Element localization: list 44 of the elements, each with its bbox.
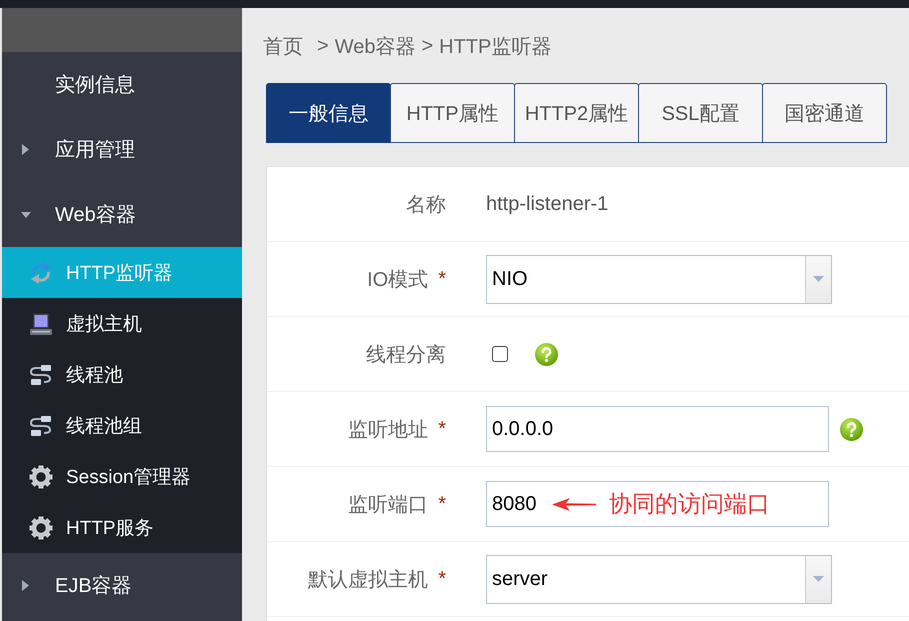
field-label: 线程分离 <box>366 342 446 368</box>
submenu-item[interactable]: Session管理器 <box>2 451 242 502</box>
submenu-item[interactable]: 虚拟主机 <box>2 298 242 349</box>
tab[interactable]: HTTP2属性 <box>514 83 639 143</box>
field-value: http-listener-1 <box>486 192 608 216</box>
field-label: 监听地址 <box>348 418 428 442</box>
tab[interactable]: SSL配置 <box>638 83 763 143</box>
dropdown-toggle[interactable] <box>805 556 831 602</box>
monitor-icon <box>30 312 52 334</box>
sync-icon <box>30 262 52 284</box>
chain-icon <box>30 364 52 386</box>
help-icon[interactable] <box>840 418 863 440</box>
dropdown-toggle[interactable] <box>805 256 831 302</box>
caret-down-icon <box>813 576 824 582</box>
required-mark: * <box>438 268 446 290</box>
submenu-item[interactable]: 线程池 <box>2 349 242 400</box>
required-mark: * <box>438 418 446 440</box>
chain-icon <box>30 414 52 436</box>
submenu-item[interactable]: HTTP服务 <box>2 502 242 553</box>
annotation-text: 协同的访问端口 <box>609 490 770 518</box>
tab[interactable]: HTTP属性 <box>390 83 515 143</box>
field-label: 默认虚拟主机 <box>308 568 428 592</box>
gear-icon <box>29 464 53 488</box>
required-mark: * <box>438 492 446 516</box>
breadcrumb-separator: > <box>317 34 329 58</box>
breadcrumb-item[interactable]: Web容器 <box>334 32 416 60</box>
field-label: 监听端口 <box>348 492 428 518</box>
field-label: 名称 <box>406 192 446 218</box>
help-icon[interactable] <box>535 342 558 366</box>
input-field[interactable]: 0.0.0.0 <box>486 406 829 452</box>
annotation-arrow <box>552 497 596 511</box>
select-field[interactable]: NIO <box>486 254 832 304</box>
caret-down-icon <box>813 276 824 282</box>
field-label: IO模式 <box>367 268 428 292</box>
checkbox[interactable] <box>492 346 508 362</box>
tab[interactable]: 国密通道 <box>762 83 887 143</box>
select-field[interactable]: server <box>486 554 832 604</box>
breadcrumb-item[interactable]: 首页 <box>263 32 303 60</box>
submenu-item[interactable]: 线程池组 <box>2 400 242 451</box>
breadcrumb-separator: > <box>421 34 434 58</box>
breadcrumb-item[interactable]: HTTP监听器 <box>439 32 552 60</box>
tab[interactable]: 一般信息 <box>266 83 391 143</box>
gear-icon <box>29 516 53 540</box>
required-mark: * <box>438 568 446 590</box>
